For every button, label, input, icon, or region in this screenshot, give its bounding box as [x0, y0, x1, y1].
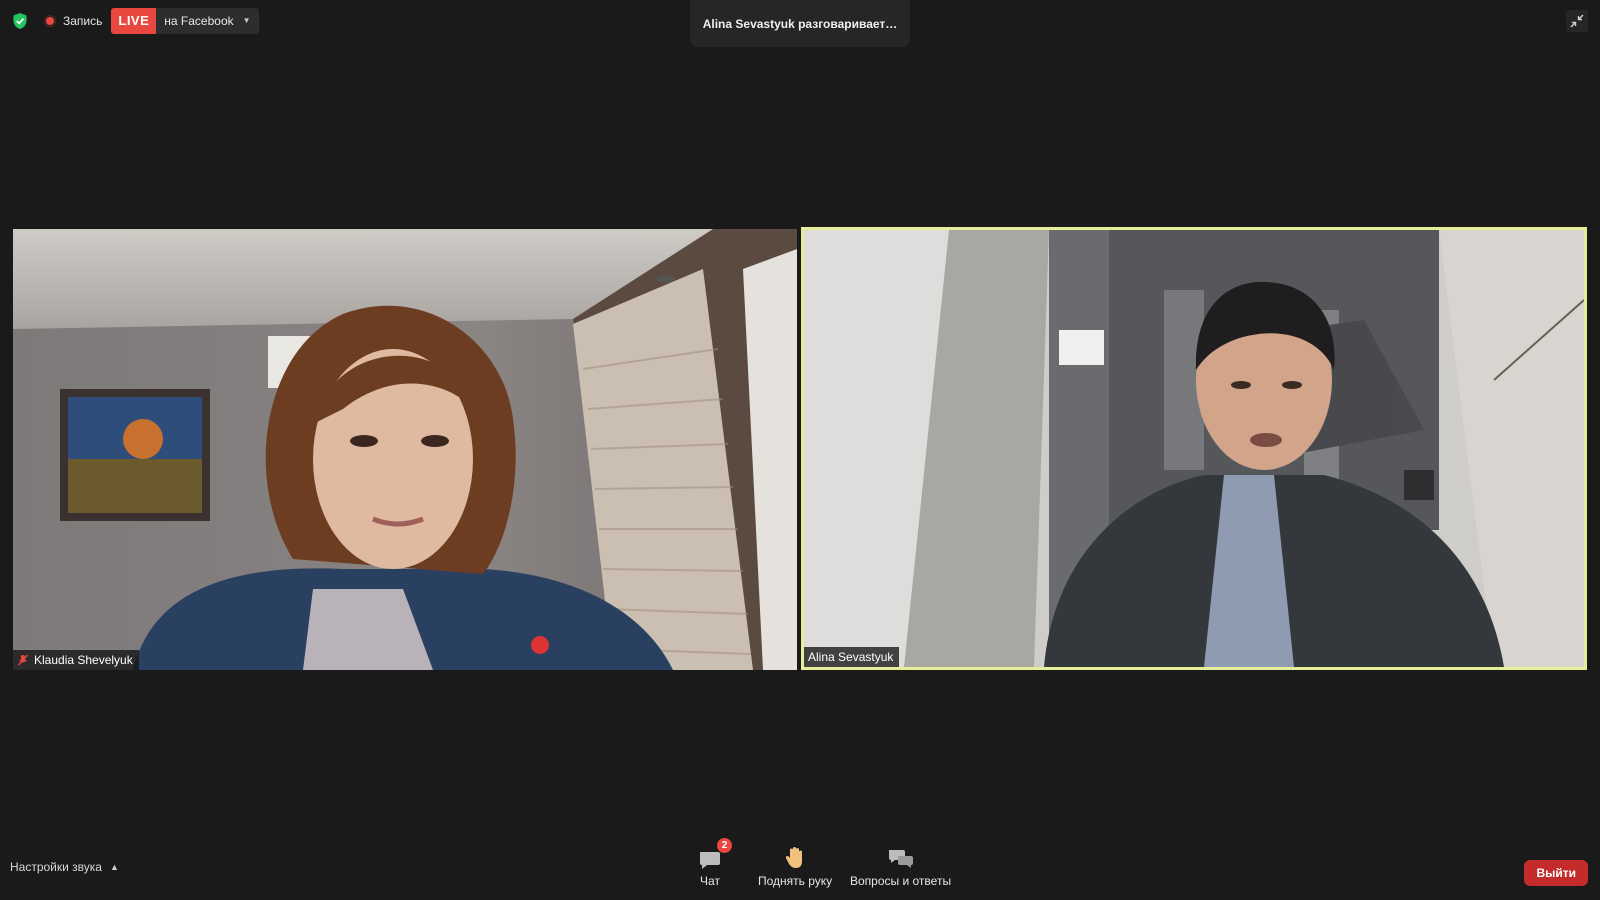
record-icon [44, 15, 56, 27]
raise-hand-label: Поднять руку [758, 874, 833, 888]
collapse-icon [1570, 14, 1584, 28]
recording-indicator[interactable]: Запись [44, 14, 102, 28]
meeting-status-bar: Запись LIVE на Facebook ▼ [10, 8, 259, 34]
participant-name-tag: Alina Sevastyuk [804, 647, 900, 667]
video-tile-klaudia[interactable]: Klaudia Shevelyuk [13, 229, 797, 670]
video-tile-alina[interactable]: Alina Sevastyuk [801, 227, 1587, 670]
mic-muted-icon [17, 654, 29, 666]
active-speaker-banner: Alina Sevastyuk разговаривает… [690, 0, 910, 47]
recording-label: Запись [63, 14, 103, 28]
audio-settings-button[interactable]: Настройки звука ▲ [10, 860, 119, 874]
participant-video-feed [804, 230, 1584, 667]
shield-icon[interactable] [10, 10, 30, 32]
caret-down-icon: ▼ [242, 16, 251, 25]
chat-icon: 2 [698, 838, 732, 870]
raise-hand-button[interactable]: Поднять руку [758, 842, 832, 888]
qa-label: Вопросы и ответы [850, 874, 952, 888]
qa-icon [887, 842, 915, 870]
qa-button[interactable]: Вопросы и ответы [850, 842, 951, 888]
live-destination-label: на Facebook [164, 14, 234, 28]
chevron-up-icon: ▲ [109, 862, 119, 872]
chat-button[interactable]: 2 Чат [698, 838, 732, 888]
chat-unread-badge: 2 [717, 838, 732, 853]
participant-name-tag: Klaudia Shevelyuk [13, 650, 139, 670]
participant-name: Alina Sevastyuk [808, 650, 894, 664]
live-stream-button[interactable]: LIVE на Facebook ▼ [111, 8, 259, 34]
live-badge: LIVE [111, 8, 157, 34]
chat-label: Чат [700, 874, 720, 888]
participant-video-feed [13, 229, 797, 670]
participant-name: Klaudia Shevelyuk [34, 653, 133, 667]
active-speaker-text: Alina Sevastyuk разговаривает… [702, 16, 898, 31]
leave-button[interactable]: Выйти [1524, 860, 1588, 886]
audio-settings-label: Настройки звука [10, 860, 102, 874]
exit-fullscreen-button[interactable] [1566, 10, 1588, 32]
live-destination-dropdown[interactable]: на Facebook ▼ [156, 8, 259, 34]
hand-icon [784, 842, 806, 870]
